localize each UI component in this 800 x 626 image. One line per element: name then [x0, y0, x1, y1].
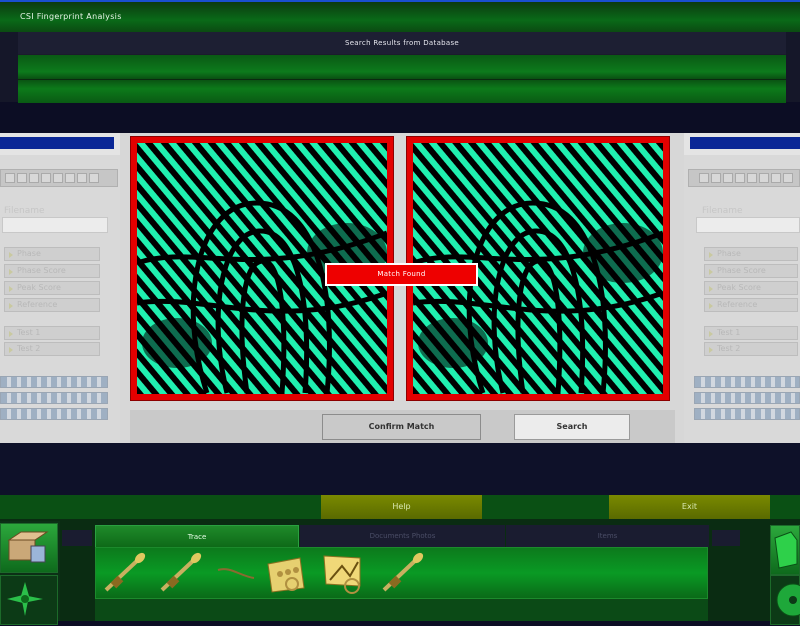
phase-score-button[interactable]: Phase Score [4, 264, 100, 278]
data-readout [0, 392, 108, 404]
test-2-button[interactable]: Test 2 [4, 342, 100, 356]
left-panel-title-bar [0, 137, 114, 149]
phase-button[interactable]: Phase [704, 247, 798, 261]
peak-score-button[interactable]: Peak Score [4, 281, 100, 295]
results-row-divider [18, 79, 786, 80]
tab-documents-photos[interactable]: Documents Photos [300, 525, 505, 547]
swab-icon[interactable] [100, 550, 148, 596]
tool-button[interactable] [5, 173, 15, 183]
peak-score-button[interactable]: Peak Score [704, 281, 798, 295]
tool-button[interactable] [699, 173, 709, 183]
results-list[interactable] [18, 54, 786, 103]
right-panel: Filename Phase Phase Score Peak Score Re… [684, 133, 800, 443]
results-right-edge [786, 32, 800, 102]
tool-button[interactable] [735, 173, 745, 183]
right-panel-toolbar [688, 169, 800, 187]
right-tool-icons [770, 521, 800, 625]
match-status-banner: Match Found [325, 263, 478, 286]
fingerprint-card-icon[interactable] [320, 550, 368, 596]
tool-button[interactable] [53, 173, 63, 183]
filename-field[interactable] [2, 217, 108, 233]
tool-button[interactable] [41, 173, 51, 183]
data-readout [694, 392, 800, 404]
tool-button[interactable] [17, 173, 27, 183]
tab-scroll-right[interactable] [712, 530, 740, 546]
swab-icon[interactable] [378, 550, 426, 596]
tool-button[interactable] [711, 173, 721, 183]
tool-button[interactable] [771, 173, 781, 183]
tab-trace[interactable]: Trace [95, 525, 299, 547]
test-2-button[interactable]: Test 2 [704, 342, 798, 356]
right-panel-title-bar [690, 137, 800, 149]
left-panel-toolbar [0, 169, 118, 187]
exit-button[interactable]: Exit [609, 495, 770, 519]
filename-label: Filename [702, 206, 743, 216]
results-header: Search Results from Database [18, 32, 786, 55]
results-left-edge [0, 32, 18, 102]
test-1-button[interactable]: Test 1 [704, 326, 798, 340]
tool-button[interactable] [77, 173, 87, 183]
swab-icon[interactable] [156, 550, 204, 596]
phase-score-button[interactable]: Phase Score [704, 264, 798, 278]
disc-icon[interactable] [770, 575, 800, 625]
evidence-box-icon[interactable] [0, 523, 58, 573]
compass-icon[interactable] [0, 575, 58, 625]
reference-button[interactable]: Reference [704, 298, 798, 312]
data-readout [694, 376, 800, 388]
results-title: Search Results from Database [344, 39, 460, 47]
phase-button[interactable]: Phase [4, 247, 100, 261]
tool-button[interactable] [89, 173, 99, 183]
tool-button[interactable] [65, 173, 75, 183]
hair-fiber-icon[interactable] [214, 550, 262, 596]
data-readout [0, 376, 108, 388]
tool-button[interactable] [747, 173, 757, 183]
confirm-match-button[interactable]: Confirm Match [322, 414, 481, 440]
spacer-band [0, 443, 800, 495]
tab-items[interactable]: Items [506, 525, 709, 547]
fingerprint-card-icon[interactable] [264, 550, 312, 596]
tool-button[interactable] [723, 173, 733, 183]
evidence-bag-icon[interactable] [770, 525, 800, 575]
left-tool-icons [0, 521, 60, 625]
left-panel: Filename Phase Phase Score Peak Score Re… [0, 133, 120, 443]
app-title: CSI Fingerprint Analysis [20, 12, 122, 21]
search-button[interactable]: Search [514, 414, 630, 440]
filename-field[interactable] [696, 217, 800, 233]
tab-scroll-left[interactable] [62, 530, 92, 546]
help-button[interactable]: Help [321, 495, 482, 519]
data-readout [0, 408, 108, 420]
tool-button[interactable] [783, 173, 793, 183]
tool-button[interactable] [759, 173, 769, 183]
evidence-strip-footer [95, 599, 708, 621]
test-1-button[interactable]: Test 1 [4, 326, 100, 340]
filename-label: Filename [4, 206, 45, 216]
tool-button[interactable] [29, 173, 39, 183]
reference-button[interactable]: Reference [4, 298, 100, 312]
data-readout [694, 408, 800, 420]
